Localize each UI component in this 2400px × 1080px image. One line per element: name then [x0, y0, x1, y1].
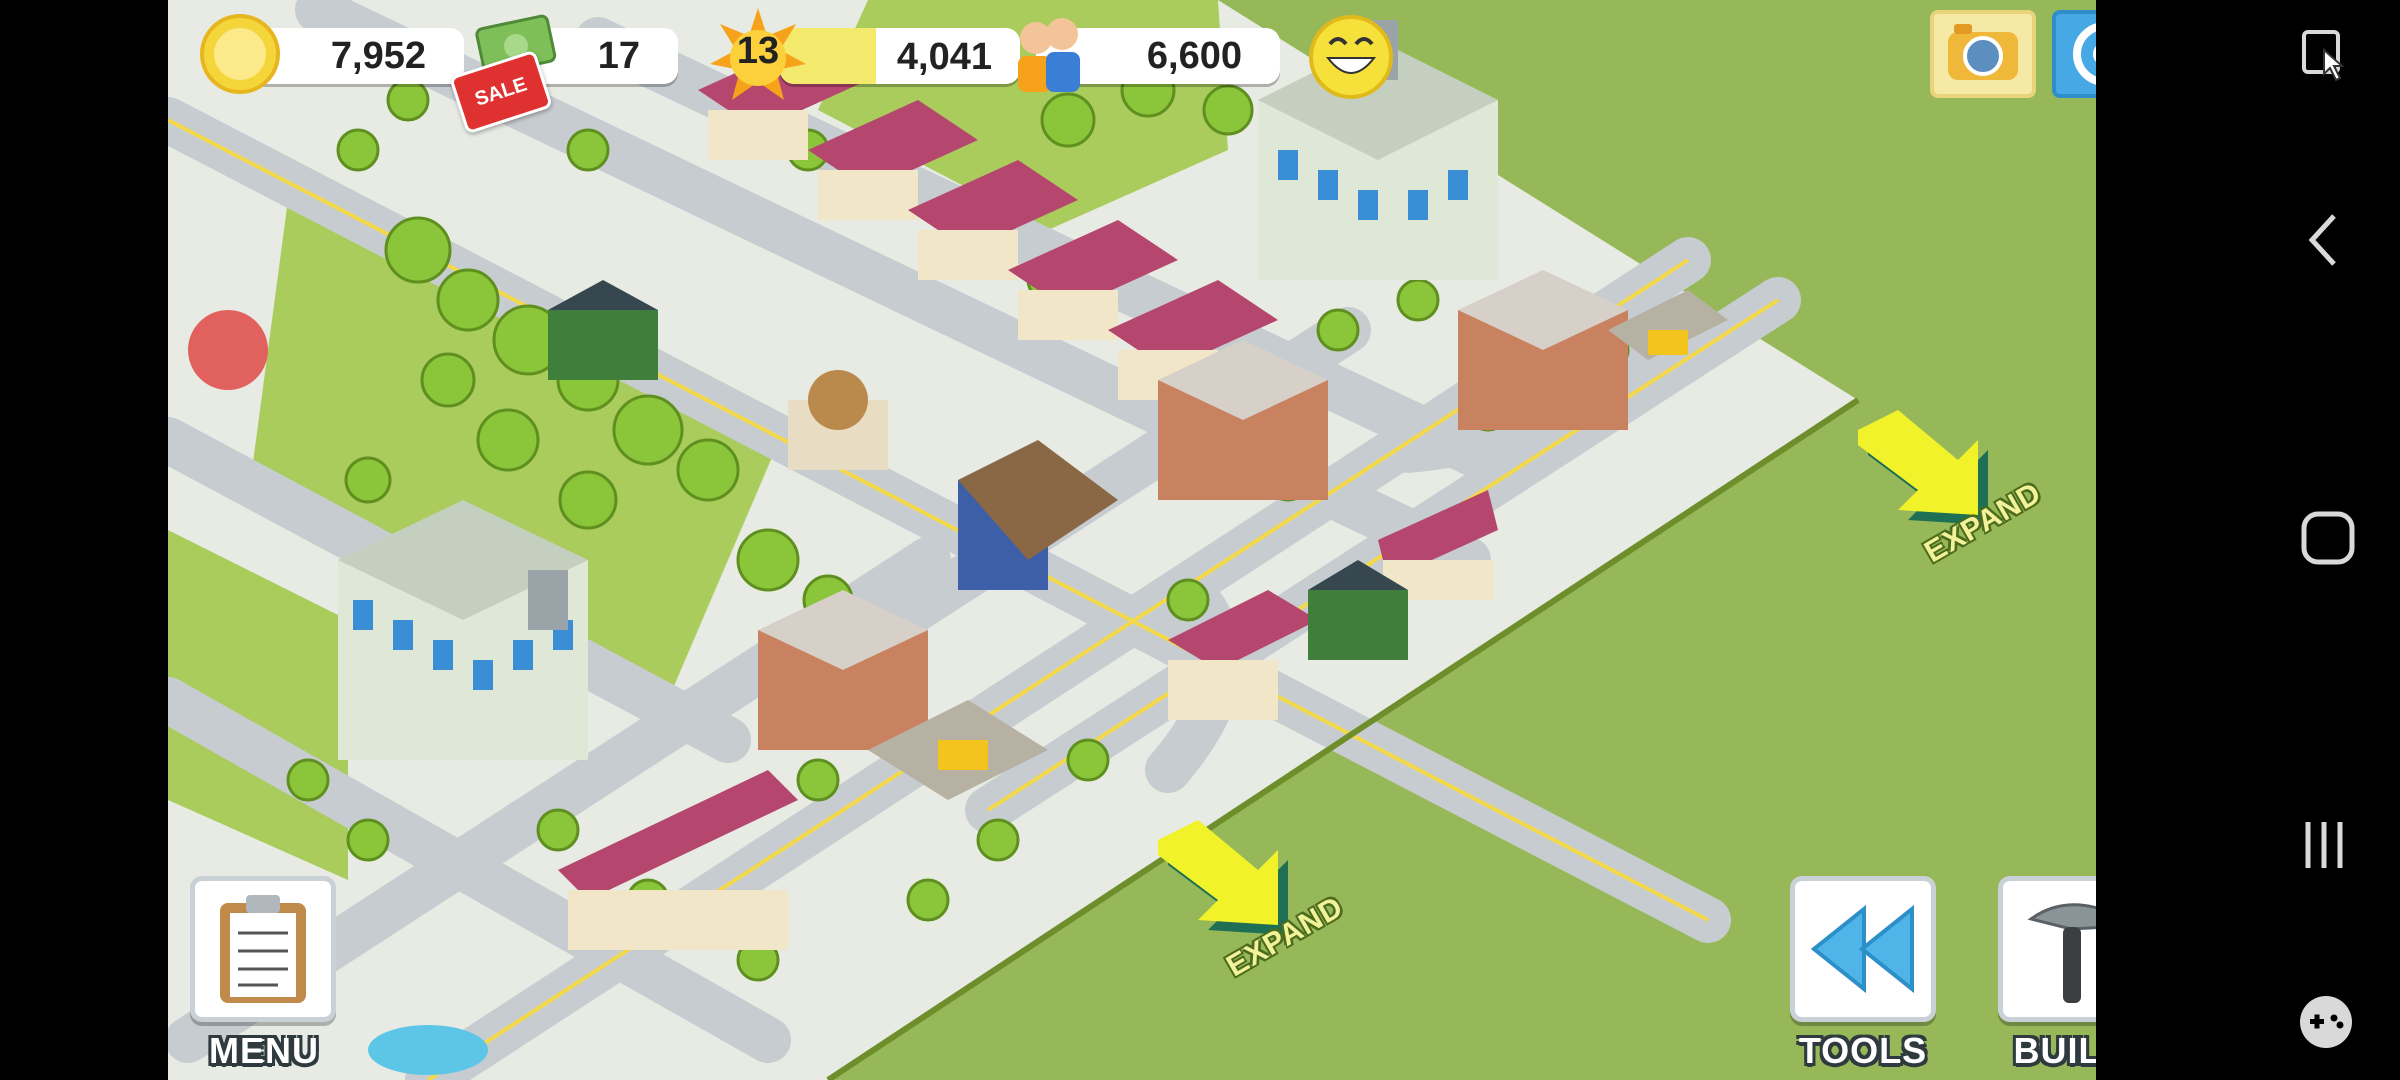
- clipboard-icon: [220, 895, 306, 1003]
- game-viewport[interactable]: EXPAND EXPAND 7,952 17 SALE 4,041 13 6,6…: [168, 0, 2096, 1080]
- social-button[interactable]: [2052, 10, 2096, 98]
- level-value[interactable]: 13: [708, 30, 808, 73]
- home-icon[interactable]: [2300, 510, 2356, 566]
- smiley-face-icon[interactable]: [1306, 12, 1396, 102]
- expand-arrow-bottom[interactable]: [1158, 820, 1288, 935]
- menu-label[interactable]: MENU: [168, 1030, 364, 1072]
- coins-value: 7,952: [330, 34, 426, 77]
- xp-value: 4,041: [896, 36, 992, 78]
- screenshot-edit-icon[interactable]: [2300, 28, 2350, 88]
- back-icon[interactable]: [2304, 210, 2344, 270]
- build-label[interactable]: BUILD: [1971, 1030, 2097, 1072]
- tools-button[interactable]: [1790, 876, 1936, 1022]
- menu-button[interactable]: [190, 876, 336, 1022]
- population-value: 6,600: [1146, 34, 1242, 77]
- playground: [188, 310, 268, 390]
- expand-arrow-right[interactable]: [1858, 410, 1988, 525]
- xp-bar: 4,041: [780, 28, 1020, 84]
- coin-icon: [200, 14, 280, 94]
- social-share-icon: [2073, 23, 2096, 85]
- camera-icon: [1948, 24, 2018, 80]
- rewind-icon: [1810, 904, 1914, 994]
- cash-value: 17: [597, 34, 640, 77]
- tools-label[interactable]: TOOLS: [1763, 1030, 1963, 1072]
- recents-icon[interactable]: [2300, 818, 2350, 872]
- population-icon: [1018, 18, 1080, 92]
- hammer-icon: [2027, 903, 2096, 1003]
- build-button[interactable]: [1998, 876, 2096, 1022]
- camera-button[interactable]: [1930, 10, 2036, 98]
- pool: [368, 1025, 488, 1075]
- game-controller-icon[interactable]: [2298, 994, 2354, 1050]
